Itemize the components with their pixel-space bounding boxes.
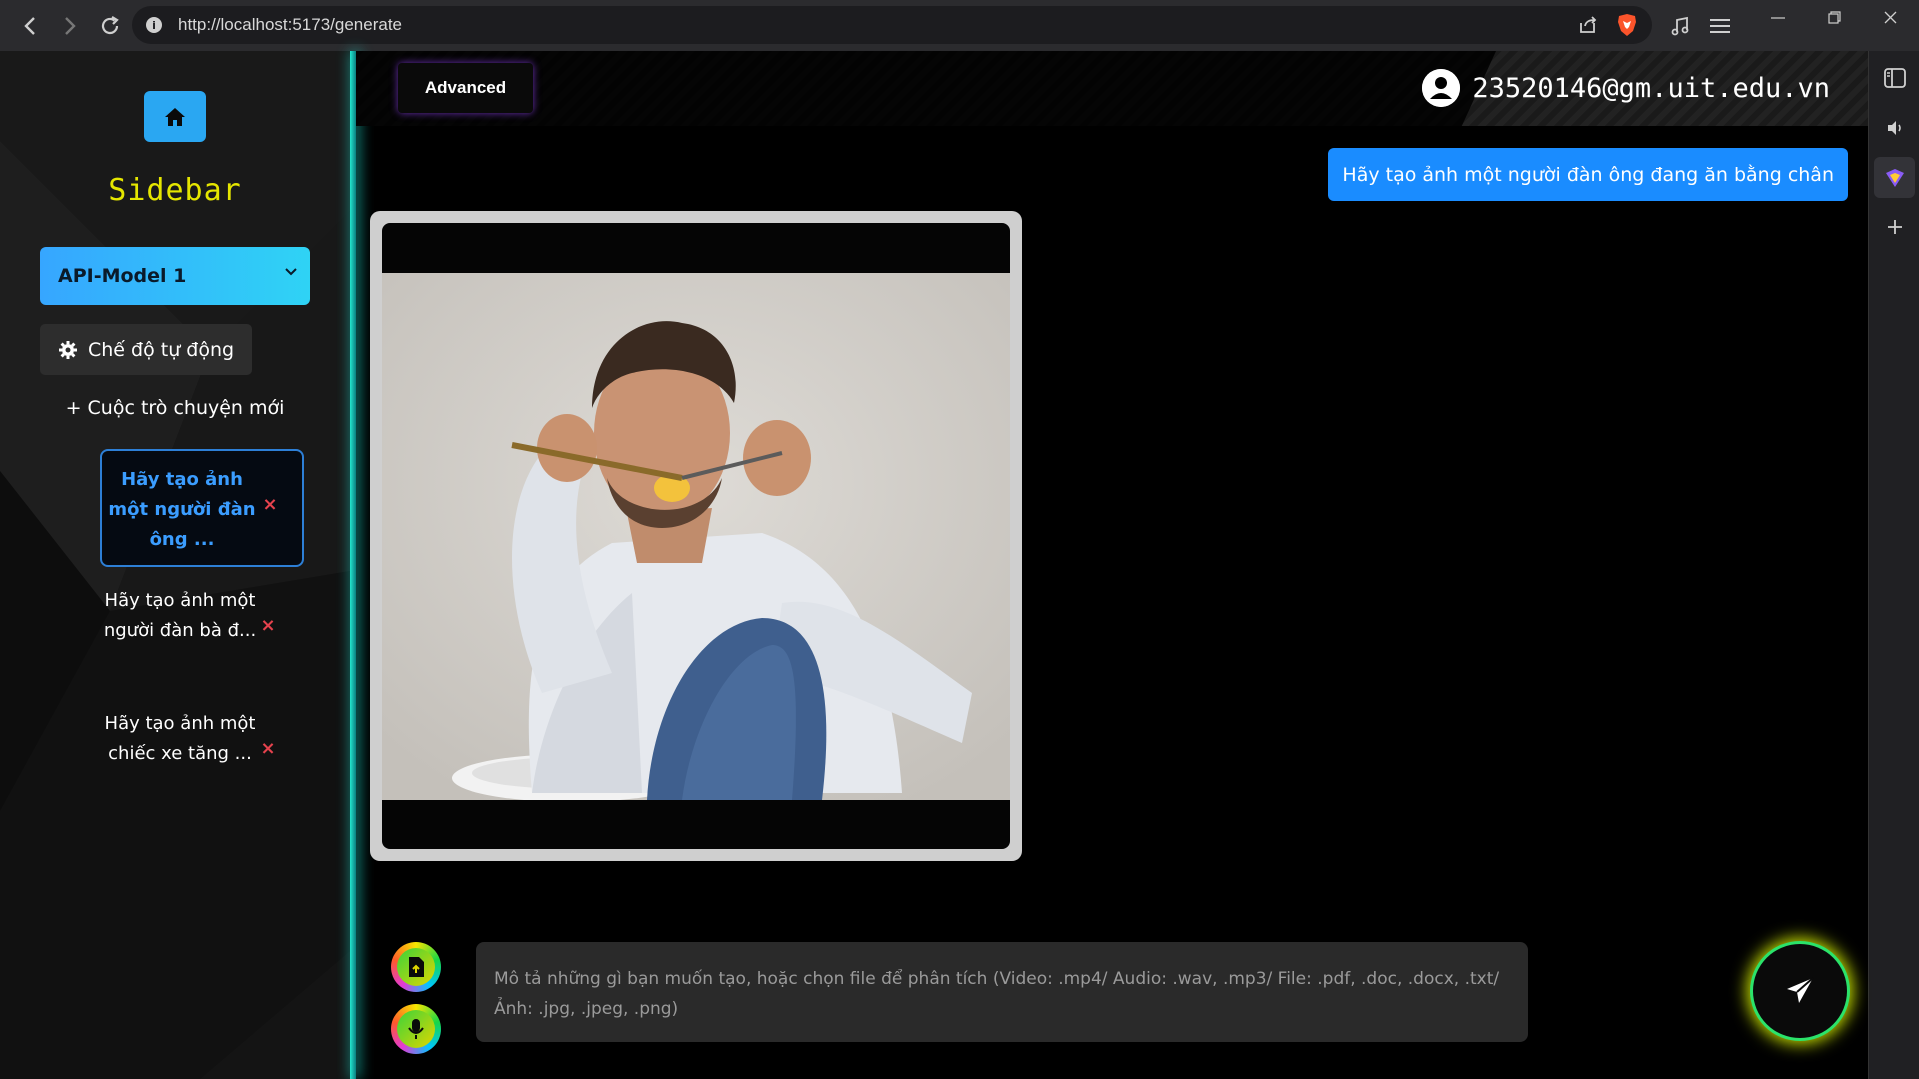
microphone-icon — [408, 1019, 424, 1039]
user-message-bubble: Hãy tạo ảnh một người đàn ông đang ăn bằ… — [1328, 148, 1848, 201]
file-upload-icon — [409, 957, 424, 977]
volume-icon[interactable] — [1869, 103, 1919, 153]
brave-shield-icon[interactable] — [1616, 13, 1638, 37]
user-email: 23520146@gm.uit.edu.vn — [1472, 72, 1830, 104]
auto-mode-button[interactable]: Chế độ tự động — [40, 324, 252, 375]
restore-icon[interactable] — [1806, 3, 1862, 33]
conversation-label: Hãy tạo ảnh một người đàn bà đ... — [103, 590, 257, 641]
user-avatar-icon — [1422, 69, 1461, 107]
glow-divider — [350, 51, 356, 1079]
delete-icon[interactable]: × — [260, 740, 276, 758]
conversation-label: Hãy tạo ảnh một người đàn ông ... — [108, 469, 256, 550]
prompt-input[interactable]: Mô tả những gì bạn muốn tạo, hoặc chọn f… — [476, 942, 1528, 1042]
model-select-value: API-Model 1 — [58, 265, 187, 287]
model-select[interactable]: API-Model 1 — [40, 247, 310, 305]
generated-image[interactable] — [382, 223, 1010, 849]
add-icon[interactable] — [1869, 202, 1919, 252]
vpn-icon[interactable] — [1874, 157, 1915, 198]
send-icon — [1787, 977, 1814, 1003]
chat-area: Advanced 23520146@gm.uit.edu.vn Hãy tạo … — [350, 51, 1868, 1079]
delete-icon[interactable]: × — [260, 617, 276, 635]
gear-icon — [59, 340, 77, 359]
new-chat-button[interactable]: + Cuộc trò chuyện mới — [0, 397, 350, 419]
share-icon[interactable] — [1578, 15, 1598, 35]
home-button[interactable] — [144, 91, 206, 142]
advanced-button[interactable]: Advanced — [398, 63, 533, 113]
conversation-item[interactable]: Hãy tạo ảnh một người đàn bà đ... × — [100, 572, 304, 690]
delete-icon[interactable]: × — [262, 496, 278, 514]
user-account[interactable]: 23520146@gm.uit.edu.vn — [1422, 69, 1830, 107]
home-icon — [165, 107, 185, 126]
reload-icon[interactable] — [92, 8, 128, 44]
generated-image-card — [370, 211, 1022, 861]
back-icon[interactable] — [12, 8, 48, 44]
app: Sidebar API-Model 1 Chế độ tự động + Cuộ… — [0, 51, 1868, 1079]
sidebar: Sidebar API-Model 1 Chế độ tự động + Cuộ… — [0, 51, 350, 1079]
url-text[interactable]: http://localhost:5173/generate — [178, 15, 402, 35]
browser-sidebar — [1868, 51, 1919, 1079]
menu-icon[interactable] — [1700, 11, 1740, 41]
microphone-button[interactable] — [391, 1004, 441, 1054]
sidebar-title: Sidebar — [108, 173, 242, 208]
header: Advanced 23520146@gm.uit.edu.vn — [356, 51, 1868, 126]
browser-toolbar: i http://localhost:5173/generate — [0, 0, 1919, 51]
photo-man-eating — [382, 273, 1010, 800]
info-icon[interactable]: i — [146, 17, 162, 33]
auto-mode-label: Chế độ tự động — [88, 338, 235, 361]
close-icon[interactable] — [1862, 3, 1918, 33]
conversation-item[interactable]: Hãy tạo ảnh một người đàn ông ... × — [100, 449, 304, 567]
sidebar-panel-icon[interactable] — [1869, 53, 1919, 103]
chevron-down-icon — [285, 268, 297, 276]
conversation-item[interactable]: Hãy tạo ảnh một chiếc xe tăng ... × — [100, 695, 304, 813]
minimize-icon[interactable] — [1750, 3, 1806, 33]
music-icon[interactable] — [1660, 11, 1700, 41]
attach-file-button[interactable] — [391, 942, 441, 992]
conversation-label: Hãy tạo ảnh một chiếc xe tăng ... — [104, 713, 256, 764]
send-button[interactable] — [1753, 944, 1847, 1038]
forward-icon[interactable] — [52, 8, 88, 44]
address-bar[interactable]: i http://localhost:5173/generate — [132, 6, 1652, 44]
